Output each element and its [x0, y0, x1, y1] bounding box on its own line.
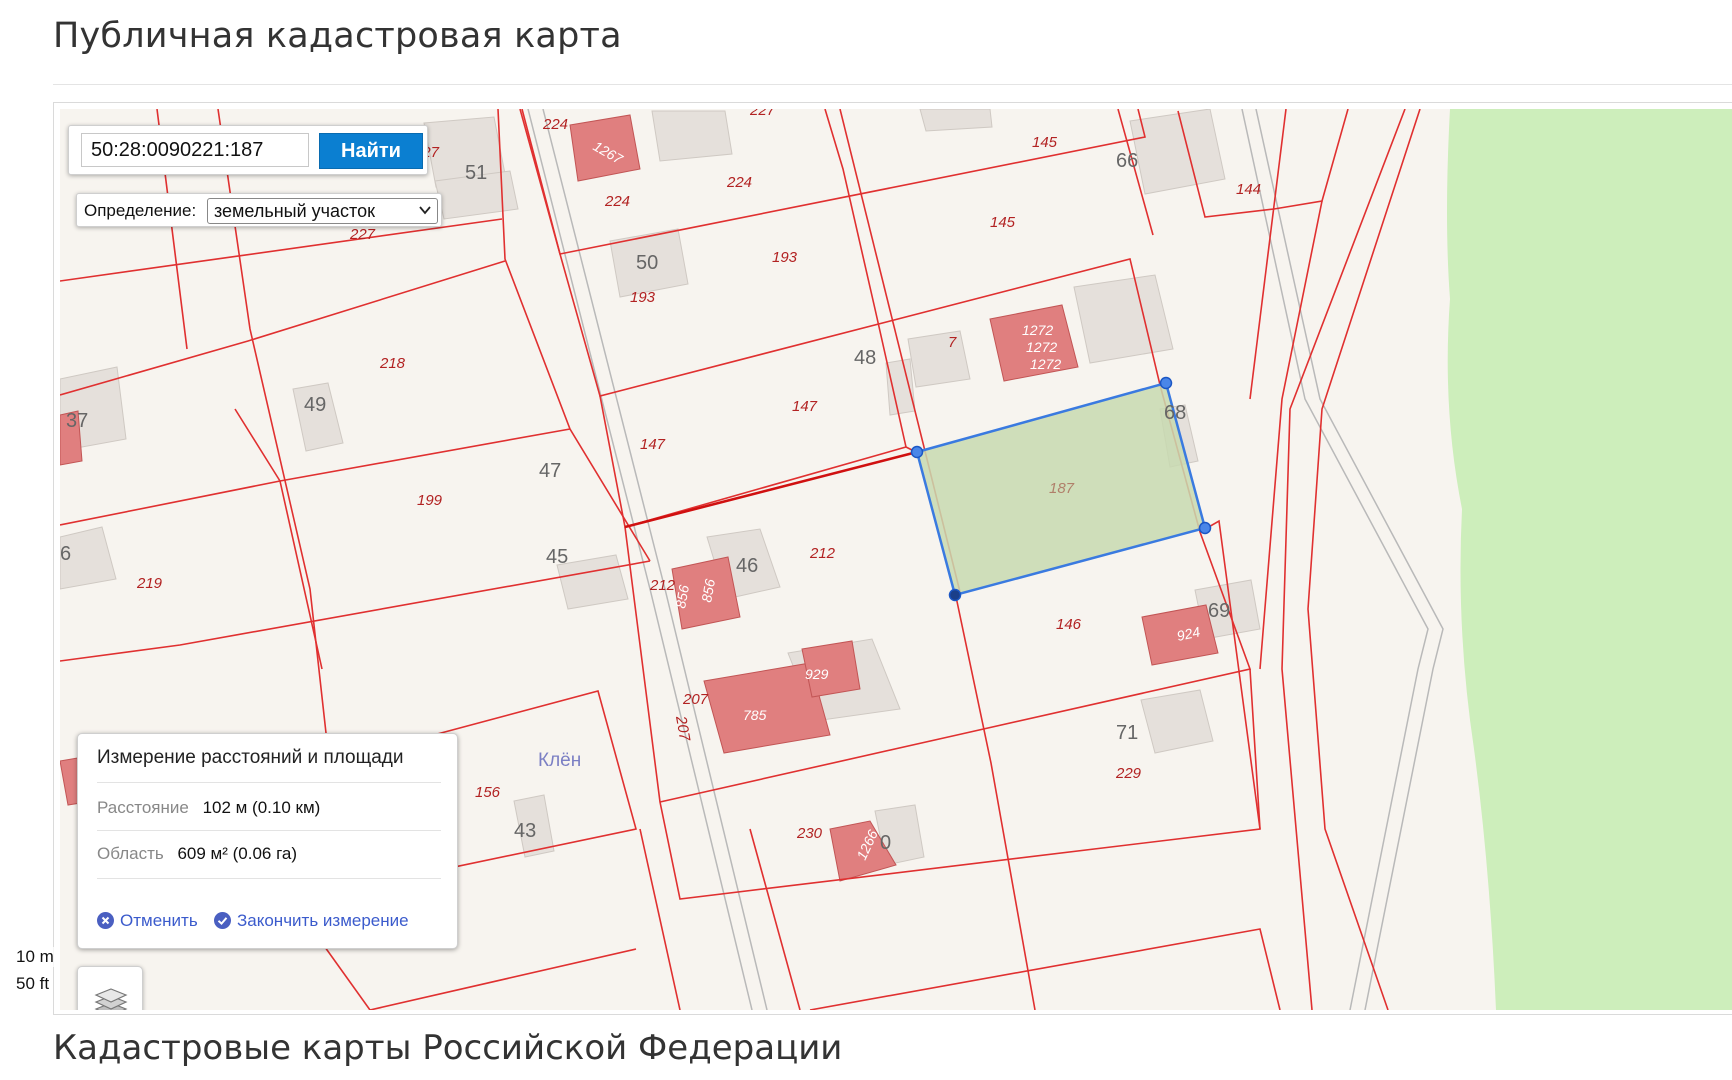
- chevron-down-icon: [419, 206, 431, 215]
- layers-button[interactable]: [77, 966, 143, 1010]
- building-label: 929: [805, 666, 829, 682]
- house-number: 43: [514, 820, 536, 842]
- search-panel: Найти: [68, 125, 428, 175]
- cancel-icon: [97, 912, 114, 929]
- lot-number: 212: [809, 545, 836, 562]
- layers-icon: [94, 988, 128, 1010]
- lot-number: 224: [726, 174, 752, 191]
- scale-metric-label: 10 m: [12, 947, 58, 967]
- vertex-handle: [1159, 376, 1173, 390]
- lot-number: 219: [136, 575, 163, 592]
- section-title: Кадастровые карты Российской Федерации: [53, 1028, 843, 1068]
- cancel-label: Отменить: [120, 911, 198, 930]
- measure-trace: [624, 450, 918, 529]
- selected-parcel-label: 187: [1049, 480, 1075, 497]
- vertex-handle: [948, 588, 962, 602]
- finish-label: Закончить измерение: [237, 911, 409, 930]
- street-label: Клён: [538, 750, 581, 771]
- area-label: Область: [97, 844, 164, 863]
- house-number: 0: [880, 832, 891, 854]
- lot-number: 212: [649, 577, 676, 594]
- cadastral-map[interactable]: 187 224 227 227 224 224 145 145 144 193 …: [60, 109, 1732, 1010]
- distance-label: Расстояние: [97, 798, 189, 817]
- house-number: 47: [539, 460, 561, 482]
- house-number: 68: [1164, 402, 1186, 424]
- divider: [97, 830, 441, 831]
- house-number: 46: [736, 555, 758, 577]
- house-number: 51: [465, 162, 487, 184]
- cadastral-search-input[interactable]: [81, 133, 309, 167]
- house-number: 6: [60, 543, 71, 565]
- lot-number: 147: [792, 398, 818, 415]
- lot-number: 229: [1115, 765, 1142, 782]
- scale-imperial-label: 50 ft: [12, 974, 54, 994]
- lot-number: 218: [379, 355, 406, 372]
- lot-number: 193: [772, 249, 798, 266]
- building-label: 1272: [1030, 356, 1061, 372]
- lot-number: 147: [640, 436, 666, 453]
- area-row: Область 609 м² (0.06 га): [97, 844, 297, 864]
- vertex-handle: [910, 445, 924, 459]
- house-number: 50: [636, 252, 658, 274]
- house-number: 49: [304, 394, 326, 416]
- lot-number: 227: [749, 109, 776, 119]
- definition-label: Определение:: [84, 201, 197, 220]
- lot-number: 193: [630, 289, 656, 306]
- building-label: 1272: [1022, 322, 1053, 338]
- vertex-handle: [1198, 521, 1212, 535]
- distance-value: 102 м (0.10 км): [202, 798, 321, 817]
- area-value: 609 м² (0.06 га): [177, 844, 298, 863]
- check-icon: [214, 912, 231, 929]
- definition-select[interactable]: земельный участок: [207, 198, 438, 224]
- map-frame: 187 224 227 227 224 224 145 145 144 193 …: [53, 102, 1732, 1015]
- divider: [97, 878, 441, 879]
- lot-number: 207: [682, 691, 709, 708]
- finish-measure-button[interactable]: Закончить измерение: [214, 911, 409, 931]
- lot-number: 7: [948, 334, 957, 351]
- title-divider: [53, 84, 1732, 85]
- lot-number: 146: [1056, 616, 1082, 633]
- house-number: 71: [1116, 722, 1138, 744]
- lot-number: 224: [542, 116, 568, 133]
- house-number: 48: [854, 347, 876, 369]
- definition-select-value: земельный участок: [214, 201, 375, 221]
- lot-number: 145: [1032, 134, 1058, 151]
- lot-number: 199: [417, 492, 443, 509]
- divider: [97, 782, 441, 783]
- house-number: 45: [546, 546, 568, 568]
- distance-row: Расстояние 102 м (0.10 км): [97, 798, 320, 818]
- building-label: 785: [743, 707, 767, 723]
- lot-number: 207: [672, 714, 693, 743]
- house-number: 66: [1116, 150, 1138, 172]
- page-title: Публичная кадастровая карта: [53, 16, 622, 56]
- building-label: 1272: [1026, 339, 1057, 355]
- lot-number: 145: [990, 214, 1016, 231]
- measure-title: Измерение расстояний и площади: [97, 747, 404, 768]
- cancel-measure-button[interactable]: Отменить: [97, 911, 198, 931]
- forest-area: [1447, 109, 1732, 1010]
- lot-number: 230: [796, 825, 823, 842]
- search-button[interactable]: Найти: [319, 133, 423, 169]
- house-number: 37: [66, 410, 88, 432]
- definition-panel: Определение: земельный участок: [76, 193, 442, 227]
- lot-number: 144: [1236, 181, 1261, 198]
- lot-number: 224: [604, 193, 630, 210]
- house-number: 69: [1208, 600, 1230, 622]
- measure-panel: Измерение расстояний и площади Расстояни…: [77, 733, 458, 949]
- lot-number: 227: [349, 226, 376, 243]
- lot-number: 156: [475, 784, 501, 801]
